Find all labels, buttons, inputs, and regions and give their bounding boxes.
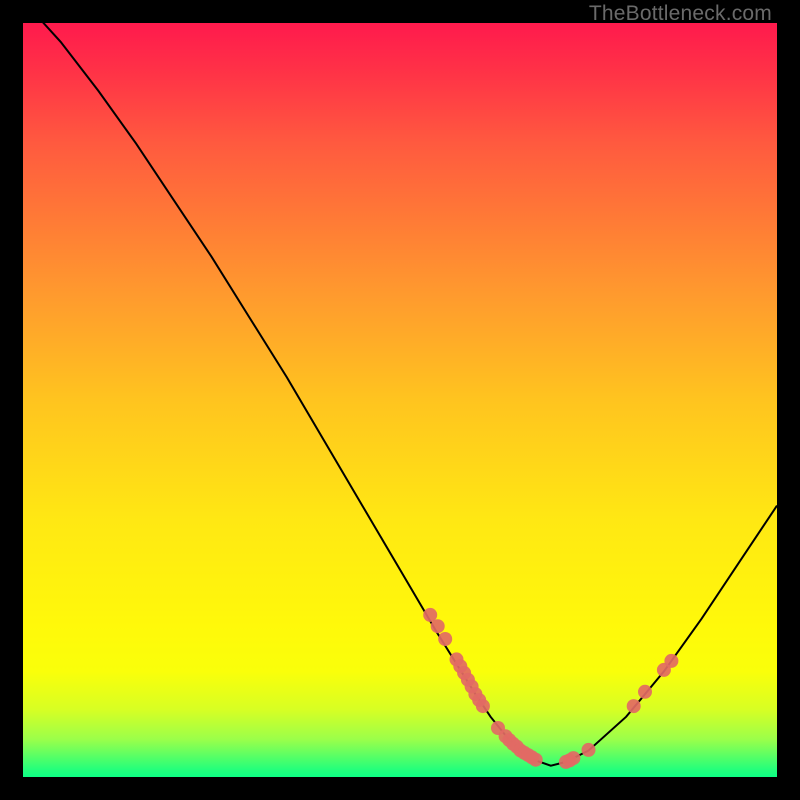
data-point [627, 699, 641, 713]
chart-area [23, 23, 777, 777]
data-point [529, 753, 543, 767]
scatter-points [423, 608, 678, 769]
data-point [476, 699, 490, 713]
data-point [431, 619, 445, 633]
bottleneck-curve [23, 23, 777, 766]
data-point [438, 632, 452, 646]
watermark-text: TheBottleneck.com [589, 2, 772, 26]
data-point [566, 751, 580, 765]
data-point [638, 685, 652, 699]
bottleneck-plot [23, 23, 777, 777]
data-point [582, 743, 596, 757]
data-point [664, 654, 678, 668]
